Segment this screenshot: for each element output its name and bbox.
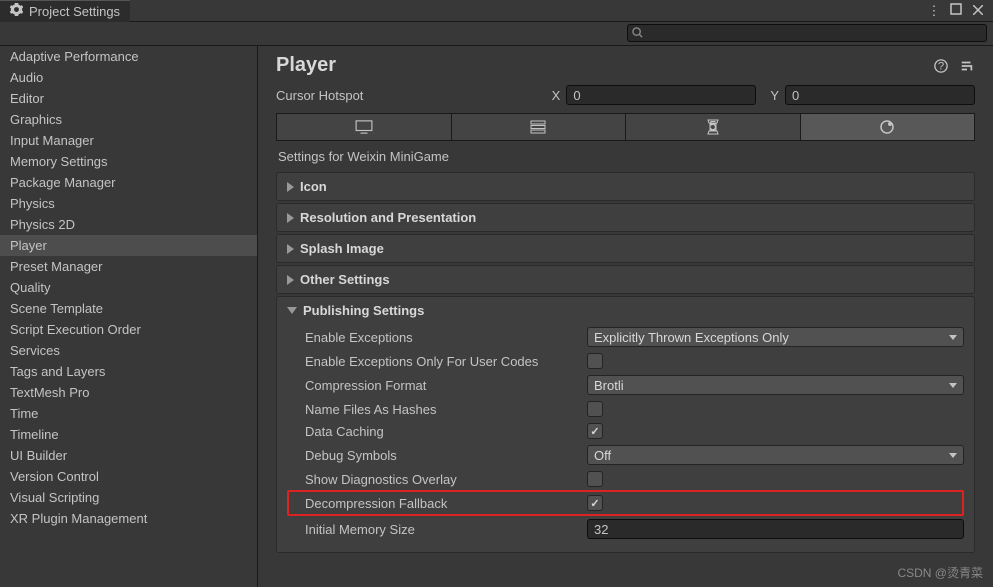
platform-tabs: 5 xyxy=(276,113,975,141)
sidebar-item-editor[interactable]: Editor xyxy=(0,88,257,109)
foldout-title: Resolution and Presentation xyxy=(300,210,476,225)
foldout-title: Splash Image xyxy=(300,241,384,256)
search-input[interactable] xyxy=(643,26,982,40)
platform-tab-standalone[interactable] xyxy=(277,114,452,140)
show-diagnostics-label: Show Diagnostics Overlay xyxy=(305,472,587,487)
chevron-right-icon xyxy=(287,244,294,254)
data-caching-label: Data Caching xyxy=(305,424,587,439)
foldout-resolution-and-presentation[interactable]: Resolution and Presentation xyxy=(276,203,975,232)
sidebar-item-visual-scripting[interactable]: Visual Scripting xyxy=(0,487,257,508)
foldout-other-settings[interactable]: Other Settings xyxy=(276,265,975,294)
sidebar-item-scene-template[interactable]: Scene Template xyxy=(0,298,257,319)
initial-memory-input[interactable] xyxy=(587,519,964,539)
chevron-right-icon xyxy=(287,213,294,223)
platform-tab-webgl[interactable]: 5 xyxy=(626,114,801,140)
sidebar-item-memory-settings[interactable]: Memory Settings xyxy=(0,151,257,172)
kebab-icon[interactable]: ⋮ xyxy=(927,3,941,19)
debug-symbols-label: Debug Symbols xyxy=(305,448,587,463)
enable-exceptions-label: Enable Exceptions xyxy=(305,330,587,345)
cursor-hotspot-y-input[interactable] xyxy=(785,85,975,105)
sidebar-item-timeline[interactable]: Timeline xyxy=(0,424,257,445)
compression-format-value: Brotli xyxy=(594,378,624,393)
settings-content: Player ? Cursor Hotspot X Y 5 Settings f… xyxy=(258,46,993,587)
sidebar-item-ui-builder[interactable]: UI Builder xyxy=(0,445,257,466)
x-label: X xyxy=(544,88,561,103)
debug-symbols-value: Off xyxy=(594,448,611,463)
sidebar-item-preset-manager[interactable]: Preset Manager xyxy=(0,256,257,277)
sidebar-item-textmesh-pro[interactable]: TextMesh Pro xyxy=(0,382,257,403)
enable-exceptions-value: Explicitly Thrown Exceptions Only xyxy=(594,330,789,345)
settings-sidebar: Adaptive PerformanceAudioEditorGraphicsI… xyxy=(0,46,258,587)
sidebar-item-player[interactable]: Player xyxy=(0,235,257,256)
sidebar-item-script-execution-order[interactable]: Script Execution Order xyxy=(0,319,257,340)
chevron-down-icon xyxy=(287,307,297,314)
sidebar-item-quality[interactable]: Quality xyxy=(0,277,257,298)
debug-symbols-dropdown[interactable]: Off xyxy=(587,445,964,465)
page-title: Player xyxy=(276,54,933,77)
sidebar-item-input-manager[interactable]: Input Manager xyxy=(0,130,257,151)
enable-exceptions-user-label: Enable Exceptions Only For User Codes xyxy=(305,354,587,369)
name-files-hashes-label: Name Files As Hashes xyxy=(305,402,587,417)
sidebar-item-physics-2d[interactable]: Physics 2D xyxy=(0,214,257,235)
search-icon xyxy=(632,26,643,41)
decompression-fallback-row: Decompression Fallback xyxy=(287,490,964,516)
cursor-hotspot-row: Cursor Hotspot X Y xyxy=(258,81,993,113)
foldout-title: Other Settings xyxy=(300,272,390,287)
cursor-hotspot-x-input[interactable] xyxy=(566,85,756,105)
decompression-fallback-checkbox[interactable] xyxy=(587,495,603,511)
sidebar-item-graphics[interactable]: Graphics xyxy=(0,109,257,130)
search-box[interactable] xyxy=(627,24,987,42)
compression-format-dropdown[interactable]: Brotli xyxy=(587,375,964,395)
chevron-down-icon xyxy=(949,453,957,458)
decompression-fallback-label: Decompression Fallback xyxy=(305,496,587,511)
presets-icon[interactable] xyxy=(959,58,975,74)
publishing-settings-title: Publishing Settings xyxy=(303,303,424,318)
foldout-title: Icon xyxy=(300,179,327,194)
foldout-icon[interactable]: Icon xyxy=(276,172,975,201)
platform-section-label: Settings for Weixin MiniGame xyxy=(258,141,993,170)
window-tab[interactable]: Project Settings xyxy=(0,0,130,22)
data-caching-checkbox[interactable] xyxy=(587,423,603,439)
compression-format-label: Compression Format xyxy=(305,378,587,393)
chevron-down-icon xyxy=(949,335,957,340)
window-controls: ⋮ xyxy=(927,3,993,19)
enable-exceptions-dropdown[interactable]: Explicitly Thrown Exceptions Only xyxy=(587,327,964,347)
sidebar-item-time[interactable]: Time xyxy=(0,403,257,424)
search-row xyxy=(0,22,993,46)
show-diagnostics-checkbox[interactable] xyxy=(587,471,603,487)
watermark: CSDN @烫青菜 xyxy=(897,564,983,581)
foldout-splash-image[interactable]: Splash Image xyxy=(276,234,975,263)
window-tab-title: Project Settings xyxy=(29,4,120,19)
cursor-hotspot-label: Cursor Hotspot xyxy=(276,88,538,103)
sidebar-item-services[interactable]: Services xyxy=(0,340,257,361)
platform-tab-server[interactable] xyxy=(452,114,627,140)
sidebar-item-version-control[interactable]: Version Control xyxy=(0,466,257,487)
svg-text:5: 5 xyxy=(709,119,716,133)
sidebar-item-xr-plugin-management[interactable]: XR Plugin Management xyxy=(0,508,257,529)
sidebar-item-adaptive-performance[interactable]: Adaptive Performance xyxy=(0,46,257,67)
help-icon[interactable]: ? xyxy=(933,58,949,74)
chevron-right-icon xyxy=(287,182,294,192)
close-icon[interactable] xyxy=(971,3,985,19)
chevron-right-icon xyxy=(287,275,294,285)
enable-exceptions-user-checkbox[interactable] xyxy=(587,353,603,369)
sidebar-item-tags-and-layers[interactable]: Tags and Layers xyxy=(0,361,257,382)
maximize-icon[interactable] xyxy=(949,3,963,19)
publishing-settings-header[interactable]: Publishing Settings xyxy=(287,303,964,318)
name-files-hashes-checkbox[interactable] xyxy=(587,401,603,417)
y-label: Y xyxy=(762,88,779,103)
platform-tab-weixin[interactable] xyxy=(801,114,975,140)
svg-text:?: ? xyxy=(938,60,944,72)
chevron-down-icon xyxy=(949,383,957,388)
publishing-settings-section: Publishing Settings Enable Exceptions Exp… xyxy=(276,296,975,553)
sidebar-item-physics[interactable]: Physics xyxy=(0,193,257,214)
sidebar-item-audio[interactable]: Audio xyxy=(0,67,257,88)
sidebar-item-package-manager[interactable]: Package Manager xyxy=(0,172,257,193)
gear-icon xyxy=(10,3,23,19)
window-header: Project Settings ⋮ xyxy=(0,0,993,22)
initial-memory-label: Initial Memory Size xyxy=(305,522,587,537)
